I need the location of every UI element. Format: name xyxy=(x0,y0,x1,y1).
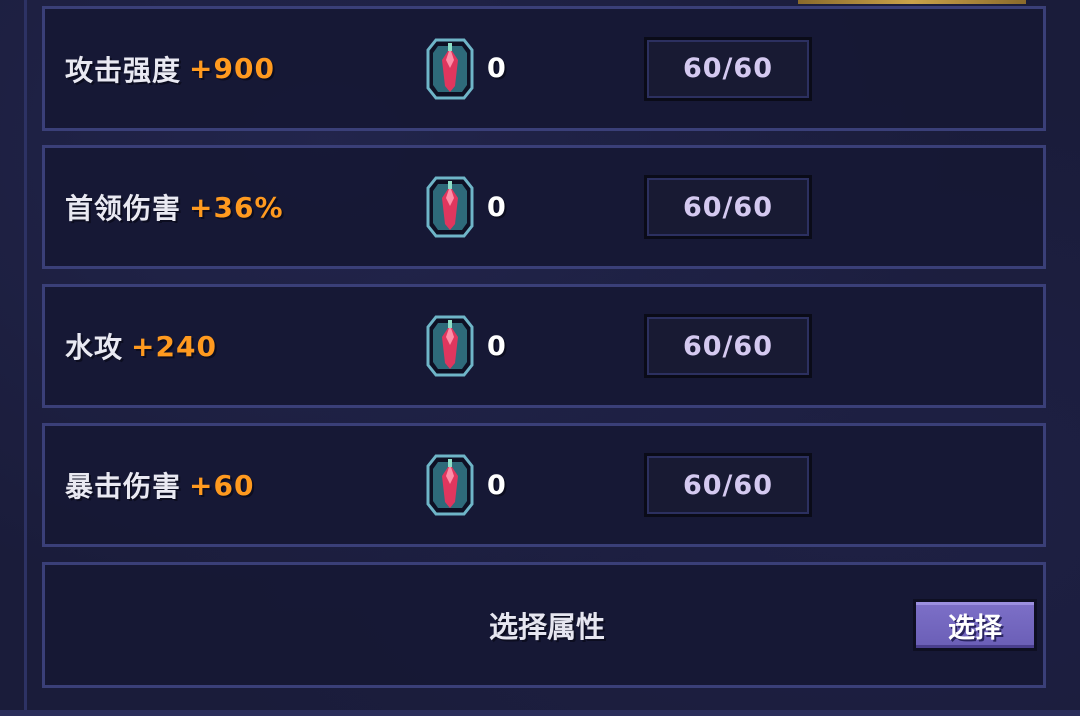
gem-icon xyxy=(426,315,474,377)
stat-progress: 60/60 xyxy=(644,36,812,101)
top-gold-accent xyxy=(798,0,1026,4)
stat-label: 攻击强度 +900 xyxy=(65,9,275,128)
stat-name: 暴击伤害 xyxy=(65,470,182,503)
stat-name: 攻击强度 xyxy=(65,53,182,87)
stat-bonus: +240 xyxy=(131,329,217,363)
stat-label: 首领伤害 +36% xyxy=(65,148,284,266)
gem-count: 0 xyxy=(487,191,506,223)
stat-name: 水攻 xyxy=(65,331,124,364)
left-frame-rail xyxy=(24,0,27,716)
gem-icon xyxy=(426,454,474,516)
select-attribute-title: 选择属性 xyxy=(488,610,605,644)
gem-icon xyxy=(426,38,474,99)
select-button[interactable]: 选择 xyxy=(913,599,1037,651)
stat-row-boss-damage: 首领伤害 +36% 0 60/60 xyxy=(42,145,1046,269)
gem-count: 0 xyxy=(487,469,506,501)
gem-count: 0 xyxy=(487,53,506,84)
stat-bonus: +60 xyxy=(189,468,255,502)
stat-bonus: +36% xyxy=(189,190,284,224)
select-attribute-panel: 选择属性 选择 xyxy=(42,562,1046,688)
stat-name: 首领伤害 xyxy=(65,192,182,225)
stat-progress: 60/60 xyxy=(644,314,812,378)
gem-icon xyxy=(426,176,474,238)
stat-row-water-attack: 水攻 +240 0 60/60 xyxy=(42,284,1046,408)
gem-count: 0 xyxy=(487,330,506,362)
stat-label: 暴击伤害 +60 xyxy=(65,426,254,544)
stat-row-crit-damage: 暴击伤害 +60 0 60/60 xyxy=(42,423,1046,547)
stat-progress: 60/60 xyxy=(644,453,812,517)
stat-row-attack-power: 攻击强度 +900 0 60/60 xyxy=(42,6,1046,131)
stat-label: 水攻 +240 xyxy=(65,287,217,405)
stat-progress: 60/60 xyxy=(644,175,812,239)
stat-bonus: +900 xyxy=(189,52,275,85)
bottom-frame-edge xyxy=(0,710,1080,716)
